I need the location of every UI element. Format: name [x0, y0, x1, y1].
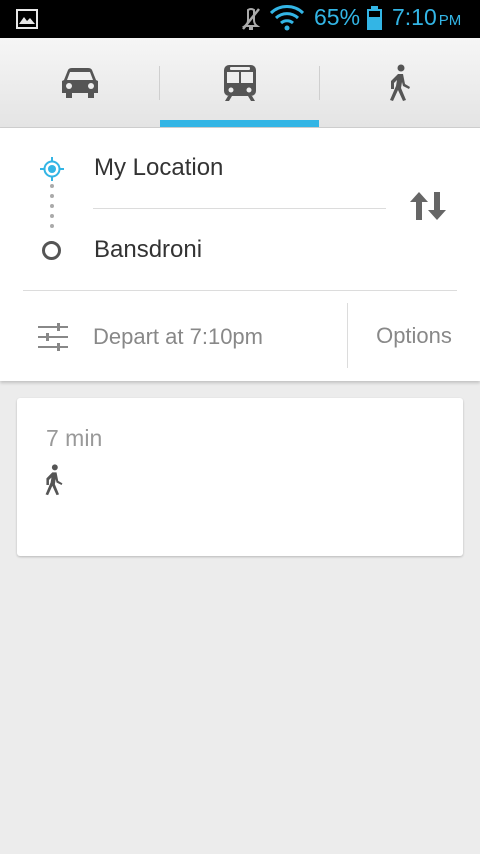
walk-icon: [390, 64, 410, 101]
origin-field[interactable]: My Location: [94, 154, 223, 182]
battery-icon: [367, 6, 382, 30]
route-result-card[interactable]: 7 min: [17, 398, 463, 556]
status-bar: 65% 7:10 PM: [0, 0, 480, 38]
my-location-icon: [40, 157, 64, 181]
travel-mode-tabs: [0, 38, 480, 128]
tab-driving[interactable]: [0, 38, 160, 128]
card-divider: [23, 290, 457, 291]
clock-time: 7:10: [392, 4, 437, 30]
gallery-icon: [16, 9, 38, 29]
depart-time[interactable]: Depart at 7:10pm: [93, 324, 263, 350]
tab-walking[interactable]: [320, 38, 480, 128]
walk-icon: [45, 464, 63, 496]
options-button[interactable]: Options: [348, 303, 480, 368]
tab-transit[interactable]: [160, 38, 320, 128]
filter-icon[interactable]: [38, 323, 68, 351]
bus-icon: [224, 65, 256, 101]
result-duration: 7 min: [46, 425, 103, 451]
car-icon: [62, 68, 98, 98]
clock: 7:10 PM: [392, 4, 461, 31]
destination-icon: [42, 241, 61, 260]
mute-icon: [241, 8, 261, 30]
swap-button[interactable]: [408, 190, 458, 230]
route-card: My Location Bansdroni Depart at 7:10pm O…: [0, 128, 480, 381]
swap-icon: [410, 192, 446, 220]
wifi-icon: [270, 5, 304, 31]
battery-percent: 65%: [314, 4, 361, 30]
field-divider: [93, 208, 386, 209]
clock-ampm: PM: [438, 12, 462, 29]
destination-field[interactable]: Bansdroni: [94, 236, 202, 264]
selected-tab-indicator: [160, 120, 319, 127]
